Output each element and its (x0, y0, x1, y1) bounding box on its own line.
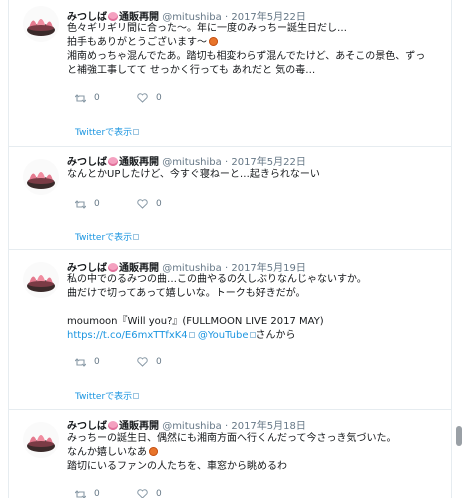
like-button[interactable]: 0 (137, 93, 162, 103)
author-shop-status[interactable]: 通販再開 (119, 157, 159, 168)
heart-icon (137, 93, 148, 103)
retweet-button[interactable]: 0 (75, 489, 100, 498)
avatar[interactable] (23, 262, 59, 298)
pink-hair-emoji-icon (108, 263, 118, 272)
vertical-scrollbar[interactable] (454, 0, 464, 498)
retweet-icon (75, 93, 86, 103)
view-on-twitter-link[interactable]: Twitterで表示 (75, 389, 140, 402)
like-count: 0 (156, 93, 162, 103)
tweet-line: moumoon『Will you?』(FULLMOON LIVE 2017 MA… (67, 316, 324, 327)
tweet-line: 拍手もありがとうございます〜 (67, 36, 443, 50)
tweet-line: なんか嬉しいなあ (67, 446, 443, 460)
tweet: みつしば 通販再開 @mitushiba · 2017年5月22日 なんとかUPし… (8, 147, 452, 250)
retweet-button[interactable]: 0 (75, 199, 100, 209)
external-link-icon (133, 129, 140, 135)
external-link-icon (133, 234, 140, 240)
like-button[interactable]: 0 (137, 357, 162, 367)
view-on-twitter-link[interactable]: Twitterで表示 (75, 230, 140, 243)
heart-icon (137, 357, 148, 367)
tweet-line: なんとかUPしたけど、今すぐ寝ねーと…起きられなーい (67, 169, 320, 180)
retweet-button[interactable]: 0 (75, 357, 100, 367)
avatar-image (23, 422, 59, 458)
tweet-line: みっちーの誕生日、偶然にも湘南方面へ行くんだって今さっき気づいた。 (67, 433, 397, 444)
separator-dot: · (224, 421, 229, 432)
separator-dot: · (224, 157, 229, 168)
tweet-header: みつしば 通販再開 @mitushiba · 2017年5月22日 (67, 153, 443, 168)
tweet-text: 私の中でのるみつの曲…この曲やるの久しぶりなんじゃないすか。 曲だけで切ってあっ… (67, 273, 443, 343)
heart-icon (137, 489, 148, 498)
tweet-header: みつしば 通販再開 @mitushiba · 2017年5月19日 (67, 259, 443, 274)
scrollbar-thumb[interactable] (456, 426, 462, 446)
like-button[interactable]: 0 (137, 199, 162, 209)
avatar[interactable] (23, 6, 59, 42)
retweet-count: 0 (94, 357, 100, 367)
retweet-icon (75, 199, 86, 209)
avatar-image (23, 159, 59, 195)
tweet-date[interactable]: 2017年5月18日 (231, 421, 306, 432)
author-name[interactable]: みつしば (67, 421, 107, 432)
avatar[interactable] (23, 159, 59, 195)
tweet-line: と補強工事してて せっかく行っても あれだと 気の毒… (67, 65, 316, 76)
tweet-date[interactable]: 2017年5月22日 (231, 157, 306, 168)
avatar[interactable] (23, 422, 59, 458)
timeline-feed[interactable]: みつしば 通販再開 @mitushiba · 2017年5月22日 色々ギリギリ間… (0, 0, 452, 498)
tweet: みつしば 通販再開 @mitushiba · 2017年5月22日 色々ギリギリ間… (8, 0, 452, 147)
pink-hair-emoji-icon (108, 157, 118, 166)
tweet: みつしば 通販再開 @mitushiba · 2017年5月18日 みっちーの誕生… (8, 410, 452, 498)
youtube-mention-link[interactable]: @YouTube (198, 330, 249, 341)
retweet-count: 0 (94, 93, 100, 103)
tweet-line: 湘南めっちゃ混んでたあ。踏切も相変わらず混んでたけど、あそこの景色、ずっ (67, 51, 426, 62)
like-count: 0 (156, 199, 162, 209)
like-button[interactable]: 0 (137, 489, 162, 498)
retweet-count: 0 (94, 199, 100, 209)
avatar-image (23, 6, 59, 42)
tweet-line: 私の中でのるみつの曲…この曲やるの久しぶりなんじゃないすか。 (67, 274, 367, 285)
tweet-header: みつしば 通販再開 @mitushiba · 2017年5月18日 (67, 417, 443, 432)
tweet-text: 色々ギリギリ間に合った〜。年に一度のみっちー誕生日だし… 拍手もありがとうござい… (67, 22, 443, 78)
tweet-text: なんとかUPしたけど、今すぐ寝ねーと…起きられなーい (67, 168, 443, 182)
tweet-line: 踏切にいるファンの人たちを、車窓から眺めるわ (67, 461, 287, 472)
author-shop-status[interactable]: 通販再開 (119, 421, 159, 432)
tweet: みつしば 通販再開 @mitushiba · 2017年5月19日 私の中でのるみ… (8, 250, 452, 410)
tweet-header: みつしば 通販再開 @mitushiba · 2017年5月22日 (67, 8, 443, 23)
tweet-line: 曲だけで切ってあって嬉しいな。トークも好きだが。 (67, 288, 306, 299)
retweet-icon (75, 357, 86, 367)
like-count: 0 (156, 489, 162, 498)
view-on-twitter-link[interactable]: Twitterで表示 (75, 125, 140, 138)
retweet-button[interactable]: 0 (75, 93, 100, 103)
like-count: 0 (156, 357, 162, 367)
external-link-icon (188, 332, 195, 338)
author-name[interactable]: みつしば (67, 157, 107, 168)
avatar-image (23, 262, 59, 298)
link-suffix: さんから (255, 330, 296, 341)
pink-hair-emoji-icon (108, 421, 118, 430)
external-link-icon (133, 393, 140, 399)
pink-hair-emoji-icon (108, 12, 118, 21)
tweet-url-link[interactable]: https://t.co/E6mxTTfxK4 (67, 330, 188, 341)
author-handle[interactable]: @mitushiba (162, 421, 222, 432)
basketball-emoji-icon (209, 37, 218, 46)
retweet-count: 0 (94, 489, 100, 498)
tweet-line: https://t.co/E6mxTTfxK4 @YouTube さんから (67, 329, 443, 343)
author-handle[interactable]: @mitushiba (162, 157, 222, 168)
basketball-emoji-icon (149, 447, 158, 456)
tweet-text: みっちーの誕生日、偶然にも湘南方面へ行くんだって今さっき気づいた。 なんか嬉しい… (67, 432, 443, 474)
tweet-line (67, 301, 443, 315)
retweet-icon (75, 489, 86, 498)
heart-icon (137, 199, 148, 209)
tweet-line: 色々ギリギリ間に合った〜。年に一度のみっちー誕生日だし… (67, 23, 347, 34)
